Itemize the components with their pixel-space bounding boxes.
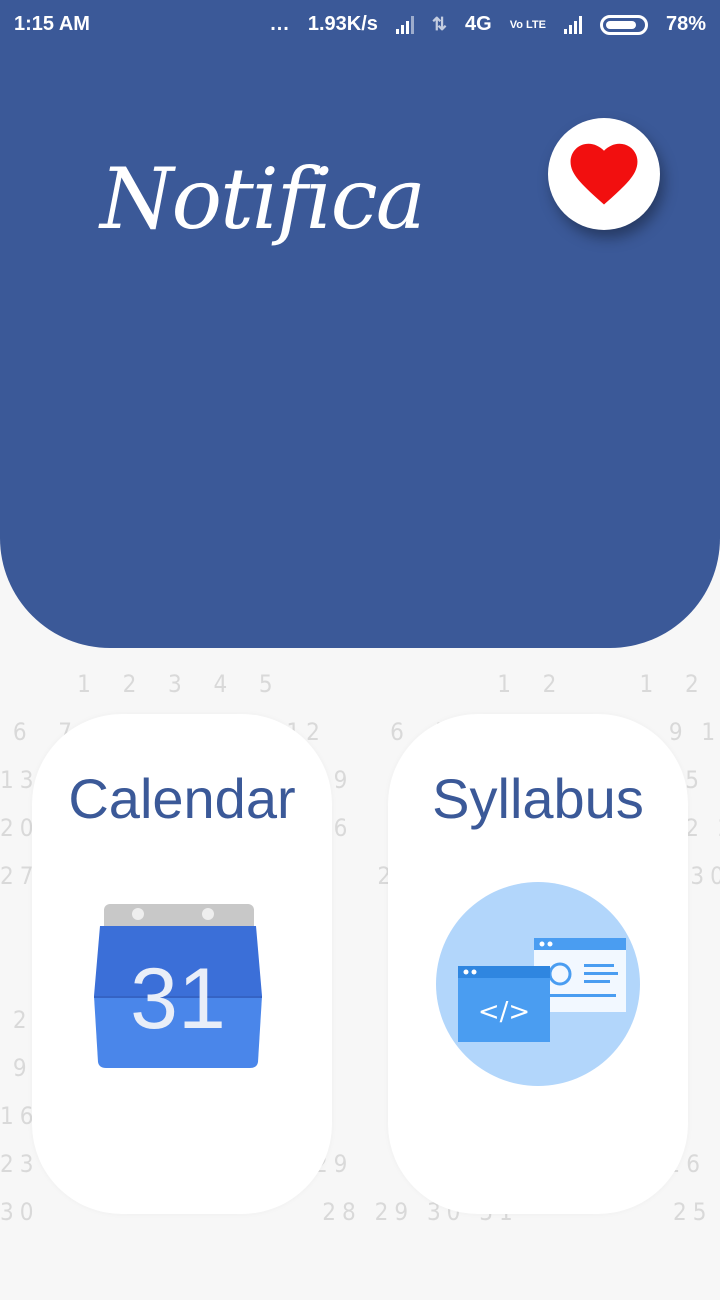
calendar-card[interactable]: Calendar 31 bbox=[32, 714, 332, 1214]
syllabus-card[interactable]: Syllabus </> bbox=[388, 714, 688, 1214]
signal-icon-2 bbox=[563, 15, 582, 34]
battery-percent: 78% bbox=[665, 13, 706, 35]
code-glyph: </> bbox=[478, 997, 530, 1027]
calendar-icon-number: 31 bbox=[130, 951, 226, 1047]
app-logo: Notifica bbox=[100, 150, 426, 248]
network-speed: 1.93K/s bbox=[307, 13, 378, 35]
more-dots-icon: ... bbox=[270, 13, 290, 35]
signal-icon bbox=[395, 15, 414, 34]
volte-icon: Vo LTE bbox=[509, 18, 546, 31]
syllabus-title: Syllabus bbox=[432, 767, 644, 830]
calendar-icon: 31 bbox=[92, 900, 272, 1100]
network-type: 4G bbox=[465, 13, 492, 35]
status-icons: ... 1.93K/s ⇅ 4G Vo LTE 78% bbox=[270, 13, 706, 36]
status-time: 1:15 AM bbox=[14, 13, 90, 35]
code-window-icon: </> bbox=[436, 882, 640, 1086]
heart-icon bbox=[570, 143, 638, 205]
status-bar: 1:15 AM ... 1.93K/s ⇅ 4G Vo LTE 78% bbox=[0, 0, 720, 50]
data-arrows-icon: ⇅ bbox=[431, 14, 448, 34]
calendar-title: Calendar bbox=[68, 767, 296, 830]
favorite-button[interactable] bbox=[548, 118, 660, 230]
app-header: 1:15 AM ... 1.93K/s ⇅ 4G Vo LTE 78% Noti… bbox=[0, 0, 720, 648]
battery-icon bbox=[599, 14, 648, 35]
